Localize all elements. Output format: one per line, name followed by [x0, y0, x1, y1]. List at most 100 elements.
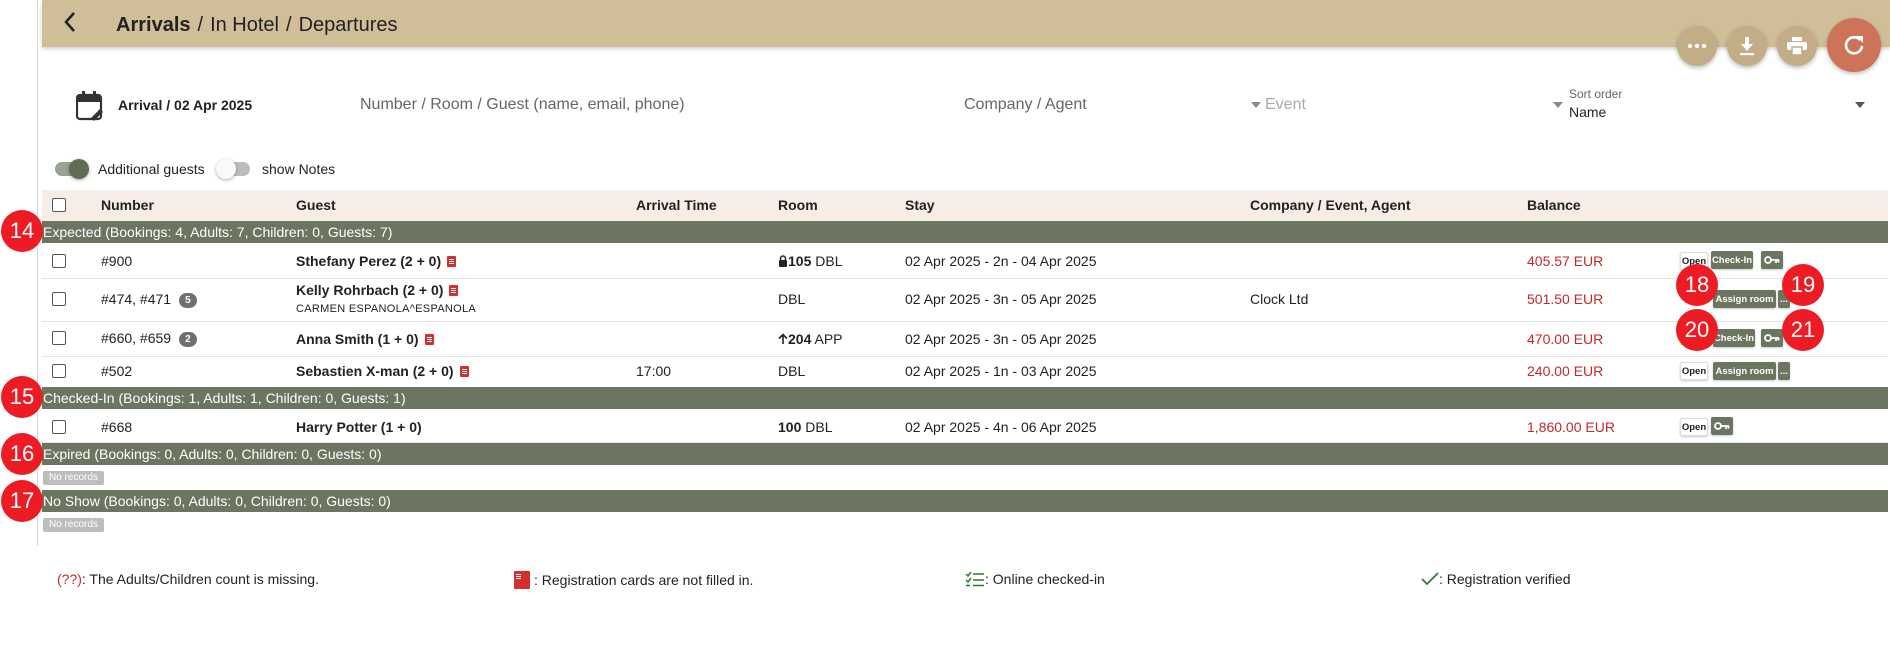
annotation-marker: 20: [1676, 309, 1718, 351]
assign-room-button[interactable]: Assign room: [1713, 362, 1776, 380]
registration-card-icon: [424, 334, 434, 345]
key-button[interactable]: [1761, 251, 1783, 269]
company-cell: Clock Ltd: [1250, 291, 1309, 307]
row-checkbox[interactable]: [52, 254, 66, 268]
sort-order-label: Sort order: [1569, 87, 1623, 101]
annotation-marker: 17: [1, 480, 43, 522]
row-checkbox[interactable]: [52, 420, 66, 434]
group-expired[interactable]: Expired (Bookings: 0, Adults: 0, Childre…: [42, 443, 1888, 465]
show-notes-toggle[interactable]: [216, 159, 250, 179]
guest-name-cell[interactable]: Anna Smith (1 + 0): [296, 331, 434, 347]
breadcrumb: Arrivals / In Hotel / Departures: [116, 14, 398, 36]
booking-number[interactable]: #502: [101, 363, 132, 379]
more-button[interactable]: [1677, 26, 1717, 66]
back-button[interactable]: [58, 9, 84, 35]
annotation-marker: 14: [1, 210, 43, 252]
balance-cell: 405.57 EUR: [1527, 253, 1604, 269]
stay-cell: 02 Apr 2025 - 4n - 06 Apr 2025: [905, 419, 1097, 435]
col-guest[interactable]: Guest: [296, 197, 336, 213]
guest-name-cell[interactable]: Harry Potter (1 + 0): [296, 419, 422, 435]
assign-room-button[interactable]: Assign room: [1713, 290, 1776, 308]
check-in-button[interactable]: Check-In: [1713, 329, 1755, 347]
balance-cell: 470.00 EUR: [1527, 331, 1604, 347]
search-input[interactable]: Number / Room / Guest (name, email, phon…: [360, 96, 685, 114]
sort-order-select[interactable]: Name: [1569, 104, 1606, 120]
guest-name-cell[interactable]: Sebastien X-man (2 + 0): [296, 363, 469, 379]
guest-name-cell[interactable]: Sthefany Perez (2 + 0): [296, 253, 457, 269]
check-in-button[interactable]: Check-In: [1711, 251, 1753, 269]
col-room[interactable]: Room: [778, 197, 818, 213]
more-icon: [1687, 43, 1707, 49]
registration-card-icon: [447, 256, 457, 267]
col-stay[interactable]: Stay: [905, 197, 935, 213]
legend-registration-cards: : Registration cards are not filled in.: [514, 571, 753, 589]
stay-cell: 02 Apr 2025 - 3n - 05 Apr 2025: [905, 331, 1097, 347]
arrival-time-cell: 17:00: [636, 363, 672, 379]
annotation-marker: 15: [1, 376, 43, 418]
balance-cell: 240.00 EUR: [1527, 363, 1604, 379]
no-records-badge: No records: [43, 471, 104, 485]
col-balance[interactable]: Balance: [1527, 197, 1581, 213]
print-icon: [1787, 37, 1807, 55]
group-checked-in[interactable]: Checked-In (Bookings: 1, Adults: 1, Chil…: [42, 387, 1888, 409]
caret-down-icon[interactable]: [1251, 102, 1261, 108]
arrival-date[interactable]: Arrival / 02 Apr 2025: [118, 97, 252, 113]
group-no-show[interactable]: No Show (Bookings: 0, Adults: 0, Childre…: [42, 490, 1888, 512]
key-button[interactable]: [1761, 329, 1783, 347]
group-expected[interactable]: Expected (Bookings: 4, Adults: 7, Childr…: [42, 221, 1888, 243]
select-all-checkbox[interactable]: [52, 198, 66, 212]
breadcrumb-arrivals[interactable]: Arrivals: [116, 14, 191, 36]
col-number[interactable]: Number: [101, 197, 154, 213]
toggle-knob: [69, 159, 89, 179]
booking-number[interactable]: #660, #659 2: [101, 330, 197, 347]
key-icon: [1714, 422, 1730, 430]
refresh-button[interactable]: [1827, 18, 1881, 72]
linked-bookings-badge: 2: [179, 332, 197, 347]
room-cell: DBL: [778, 291, 806, 307]
row-checkbox[interactable]: [52, 331, 66, 345]
linked-bookings-badge: 5: [179, 293, 197, 308]
open-button[interactable]: Open: [1680, 362, 1708, 380]
col-company[interactable]: Company / Event, Agent: [1250, 197, 1411, 213]
print-button[interactable]: [1777, 26, 1817, 66]
open-button[interactable]: Open: [1680, 418, 1708, 436]
key-button[interactable]: [1711, 417, 1733, 435]
guest-name-cell[interactable]: Kelly Rohrbach (2 + 0): [296, 282, 459, 298]
booking-number[interactable]: #900: [101, 253, 132, 269]
registration-card-icon: [449, 285, 459, 296]
row-checkbox[interactable]: [52, 364, 66, 378]
breadcrumb-in-hotel[interactable]: In Hotel: [210, 14, 279, 36]
more-actions-button[interactable]: ...: [1778, 362, 1790, 380]
stay-cell: 02 Apr 2025 - 1n - 03 Apr 2025: [905, 363, 1097, 379]
key-icon: [1764, 334, 1780, 342]
no-records-badge: No records: [43, 518, 104, 532]
lock-icon: [779, 255, 787, 267]
row-checkbox[interactable]: [52, 292, 66, 306]
annotation-marker: 19: [1782, 264, 1824, 306]
caret-down-icon[interactable]: [1855, 102, 1865, 108]
room-cell: 204 APP: [778, 331, 843, 347]
additional-guests-toggle[interactable]: [55, 159, 89, 179]
refresh-icon: [1844, 36, 1864, 55]
calendar-icon[interactable]: [75, 91, 104, 126]
breadcrumb-departures[interactable]: Departures: [299, 14, 398, 36]
company-agent-select[interactable]: Company / Agent: [964, 96, 1087, 114]
key-icon: [1764, 256, 1780, 264]
booking-number[interactable]: #474, #471 5: [101, 291, 197, 308]
stay-cell: 02 Apr 2025 - 3n - 05 Apr 2025: [905, 291, 1097, 307]
legend-verified: : Registration verified: [1421, 571, 1571, 587]
booking-number[interactable]: #668: [101, 419, 132, 435]
registration-card-icon: [514, 571, 530, 589]
download-icon: [1740, 37, 1754, 56]
event-select[interactable]: Event: [1265, 96, 1306, 114]
additional-guest-name: CARMEN ESPANOLA^ESPANOLA: [296, 303, 477, 315]
col-arrival-time[interactable]: Arrival Time: [636, 197, 717, 213]
caret-down-icon[interactable]: [1553, 102, 1563, 108]
checklist-icon: [965, 571, 984, 587]
chevron-left-icon: [64, 12, 75, 32]
show-notes-label: show Notes: [262, 161, 336, 177]
balance-cell: 1,860.00 EUR: [1527, 419, 1615, 435]
download-button[interactable]: [1727, 26, 1767, 66]
registration-card-icon: [459, 366, 469, 377]
balance-cell: 501.50 EUR: [1527, 291, 1604, 307]
